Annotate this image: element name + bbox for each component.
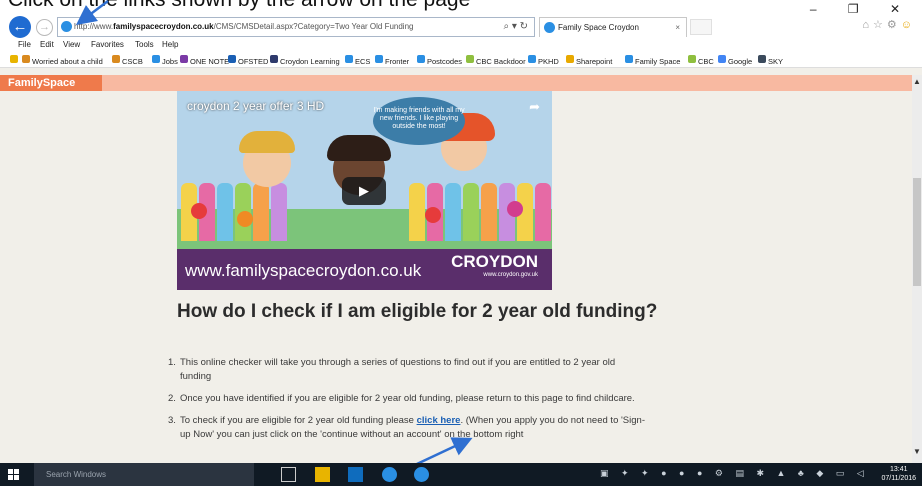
home-icon[interactable]: ⌂ xyxy=(862,19,873,31)
video-banner-url: www.familyspacecroydon.co.uk xyxy=(185,261,422,280)
clock-date: 07/11/2016 xyxy=(881,475,916,482)
flower-shape xyxy=(425,207,441,223)
video-banner: www.familyspacecroydon.co.uk CROYDON www… xyxy=(177,249,552,290)
page-heading: How do I check if I am eligible for 2 ye… xyxy=(177,301,658,322)
child-hair xyxy=(327,135,391,161)
ie-favicon-icon xyxy=(61,21,72,32)
gear-icon[interactable]: ⚙ xyxy=(887,19,901,31)
screenshot: Click on the links shown by the arrow on… xyxy=(0,0,922,486)
child-hair xyxy=(239,131,295,153)
list-number: 2. xyxy=(168,393,176,404)
url-tools[interactable]: ⌕ ▾ ↻ xyxy=(503,18,528,36)
smiley-icon[interactable]: ☺ xyxy=(901,19,916,31)
fav-item[interactable]: PKHD xyxy=(528,55,559,66)
menu-file[interactable]: File xyxy=(18,40,31,49)
favorites-star-icon[interactable] xyxy=(10,55,20,64)
fav-item[interactable]: SKY xyxy=(758,55,783,66)
click-here-link[interactable]: click here xyxy=(417,415,461,426)
fav-item[interactable]: Google xyxy=(718,55,752,66)
favorites-bar: Worried about a child CSCB Jobs ONE NOTE… xyxy=(0,53,922,67)
croydon-brand: CROYDON xyxy=(451,252,538,271)
page-top-edge xyxy=(0,67,922,75)
tab-favicon-icon xyxy=(544,22,555,33)
list-number: 1. xyxy=(168,357,176,368)
croydon-brand-sub: www.croydon.gov.uk xyxy=(483,272,538,278)
list-item: 2. Once you have identified if you are e… xyxy=(168,392,648,406)
fav-item[interactable]: ECS xyxy=(345,55,370,66)
taskbar: Search Windows ▣ ✦ ✦ ● ● ● ⚙ ▤ ✱ ▲ ♣ ◆ ▭… xyxy=(0,463,922,486)
scroll-down-icon[interactable]: ▼ xyxy=(912,447,922,456)
fav-item[interactable]: OFSTED xyxy=(228,55,268,66)
menu-favorites[interactable]: Favorites xyxy=(91,40,124,49)
croydon-logo: CROYDON www.croydon.gov.uk xyxy=(451,252,538,278)
speech-bubble: I'm making friends with all my new frien… xyxy=(373,97,465,145)
list-text: To check if you are eligible for 2 year … xyxy=(180,415,417,426)
menu-view[interactable]: View xyxy=(63,40,80,49)
tab-title: Family Space Croydon xyxy=(558,23,639,32)
outlook-icon[interactable] xyxy=(348,467,363,482)
flower-shape xyxy=(191,203,207,219)
url-prefix: http://www. xyxy=(74,22,114,31)
window-controls[interactable]: – ❐ ✕ xyxy=(810,2,914,16)
menu-bar: File Edit View Favorites Tools Help xyxy=(0,39,922,53)
instruction-text: Click on the links shown by the arrow on… xyxy=(0,0,922,15)
list-text: Once you have identified if you are elig… xyxy=(180,393,635,404)
scroll-thumb[interactable] xyxy=(913,178,921,286)
toolbar-icons[interactable]: ⌂☆⚙☺ xyxy=(862,18,916,31)
fav-item[interactable]: Worried about a child xyxy=(22,55,103,66)
fav-item[interactable]: Family Space xyxy=(625,55,680,66)
file-explorer-icon[interactable] xyxy=(315,467,330,482)
url-domain: familyspacecroydon.co.uk xyxy=(113,22,214,31)
list-text: This online checker will take you throug… xyxy=(180,357,616,382)
fav-item[interactable]: Jobs xyxy=(152,55,178,66)
browser-address-row: ← → http://www.familyspacecroydon.co.uk/… xyxy=(0,15,922,39)
video-player[interactable]: I'm making friends with all my new frien… xyxy=(177,91,552,290)
taskbar-clock[interactable]: 13:41 07/11/2016 xyxy=(881,465,916,483)
list-item: 1. This online checker will take you thr… xyxy=(168,356,648,384)
skype-icon[interactable] xyxy=(382,467,397,482)
menu-help[interactable]: Help xyxy=(162,40,178,49)
address-bar[interactable]: http://www.familyspacecroydon.co.uk/CMS/… xyxy=(57,17,535,37)
scroll-up-icon[interactable]: ▲ xyxy=(912,77,922,86)
menu-edit[interactable]: Edit xyxy=(40,40,54,49)
fav-item[interactable]: CBC xyxy=(688,55,714,66)
list-item: 3. To check if you are eligible for 2 ye… xyxy=(168,414,648,442)
windows-start-icon[interactable] xyxy=(8,469,19,480)
internet-explorer-icon[interactable] xyxy=(414,467,429,482)
menu-tools[interactable]: Tools xyxy=(135,40,154,49)
video-title[interactable]: croydon 2 year offer 3 HD xyxy=(187,99,324,113)
site-logo[interactable]: FamilySpace xyxy=(0,75,102,91)
task-view-icon[interactable] xyxy=(281,467,296,482)
fav-item[interactable]: Sharepoint xyxy=(566,55,612,66)
fav-item[interactable]: Fronter xyxy=(375,55,409,66)
share-icon[interactable]: ➦ xyxy=(529,99,540,115)
url-path: /CMS/CMSDetail.aspx?Category=Two Year Ol… xyxy=(213,22,414,31)
new-tab-button[interactable] xyxy=(690,19,712,35)
fav-item[interactable]: Croydon Learning xyxy=(270,55,340,66)
fav-item[interactable]: ONE NOTE xyxy=(180,55,229,66)
forward-arrow-icon[interactable]: → xyxy=(36,19,53,36)
fav-item[interactable]: CBC Backdoor xyxy=(466,55,526,66)
tab-close-icon[interactable]: × xyxy=(675,18,680,37)
steps-list: 1. This online checker will take you thr… xyxy=(168,356,648,450)
clock-time: 13:41 xyxy=(889,466,908,473)
site-header-bar xyxy=(0,75,912,91)
back-arrow-icon[interactable]: ← xyxy=(9,16,31,38)
fav-item[interactable]: CSCB xyxy=(112,55,143,66)
list-number: 3. xyxy=(168,415,176,426)
fav-item[interactable]: Postcodes xyxy=(417,55,462,66)
system-tray[interactable]: ▣ ✦ ✦ ● ● ● ⚙ ▤ ✱ ▲ ♣ ◆ ▭ ◁ xyxy=(600,468,869,479)
taskbar-search-input[interactable]: Search Windows xyxy=(34,463,254,486)
play-icon[interactable]: ▶ xyxy=(342,177,386,205)
browser-tab[interactable]: Family Space Croydon × xyxy=(539,17,687,37)
flower-shape xyxy=(237,211,253,227)
star-icon[interactable]: ☆ xyxy=(873,19,887,31)
flower-shape xyxy=(507,201,523,217)
